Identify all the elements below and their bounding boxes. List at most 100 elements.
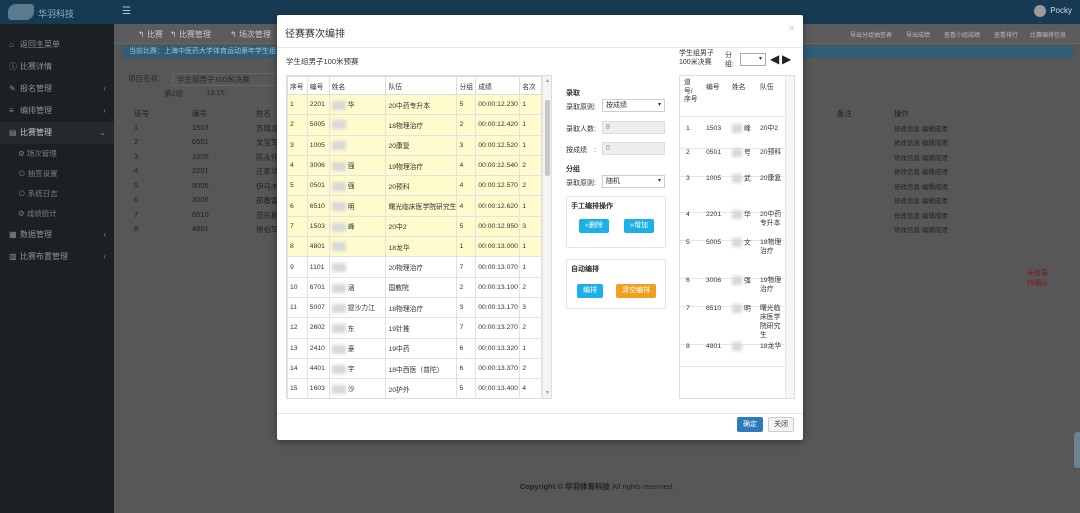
col-team: 队伍 xyxy=(385,76,458,95)
sidebar-label: 场次管理 xyxy=(26,149,57,158)
cell-num: 1603 xyxy=(306,378,330,398)
sidebar-label: 成绩统计 xyxy=(26,209,57,218)
sidebar-item-home[interactable]: ⌂ 返回主菜单 xyxy=(0,34,114,56)
label-line: 组: xyxy=(725,61,734,68)
sidebar-item-layout[interactable]: ▥ 比赛布置管理 ‹ xyxy=(0,246,114,268)
cell-rank: 3 xyxy=(519,296,542,319)
cell-team: 19针推 xyxy=(385,317,458,339)
menu-toggle-icon[interactable]: ☰ xyxy=(122,6,131,17)
cell-num: 1503 xyxy=(306,215,330,238)
breadcrumb-competition[interactable]: ↰ 比赛 xyxy=(138,29,163,40)
cell-idx: 12 xyxy=(287,317,308,339)
row-actions[interactable]: 修改信息 编辑成绩 xyxy=(894,181,948,191)
col-num: 编号 xyxy=(706,84,720,91)
table-row[interactable]: 4 3006 强 19物理治疗 4 00:00:12.540 2 xyxy=(287,154,542,177)
status-unchecked: 未检录 xyxy=(1027,270,1048,277)
breadcrumb-session[interactable]: ↰ 场次管理 xyxy=(230,29,271,40)
cell-group: 5 xyxy=(456,215,477,238)
close-button[interactable]: 关闭 xyxy=(768,417,794,432)
table-row[interactable]: 1 2201 华 20中药专升本 5 00:00:12.230 1 xyxy=(287,93,542,116)
name-text: 峰 xyxy=(744,125,751,133)
auto-title: 自动编排 xyxy=(571,266,599,273)
scroll-up-icon[interactable]: ▲ xyxy=(545,78,550,84)
sidebar-item-arrangement[interactable]: ≡ 编排管理 ‹ xyxy=(0,100,114,122)
sidebar-sub-log[interactable]: ⊙ 系统日志 xyxy=(0,184,114,204)
next-group-icon[interactable]: ▶ xyxy=(782,52,791,66)
add-button[interactable]: »增加 xyxy=(624,219,654,233)
breadcrumb-manage[interactable]: ↰ 比赛管理 xyxy=(170,29,211,40)
clear-arrangement-button[interactable]: 清空编排 xyxy=(616,284,656,298)
cell-score: 00:00:12.620 xyxy=(475,195,521,217)
divider xyxy=(277,47,803,48)
scroll-down-icon[interactable]: ▼ xyxy=(545,390,550,396)
sidebar-sub-draw[interactable]: ⊙ 抽签设置 xyxy=(0,164,114,184)
ranking-link[interactable]: 查看排行 xyxy=(994,30,1018,39)
row-actions[interactable]: 修改信息 编辑成绩 xyxy=(894,210,948,220)
admit-count-input[interactable]: 8 xyxy=(602,121,665,134)
table-row[interactable]: 10 6701 涵国教院 2 00:00:13.100 2 xyxy=(287,276,542,298)
confirm-button[interactable]: 确定 xyxy=(737,417,763,432)
target-scrollbar[interactable] xyxy=(785,76,794,398)
row-actions[interactable]: 修改信息 编辑成绩 xyxy=(894,152,948,162)
table-row[interactable]: 15 1603 沙 20护外 5 00:00:13.400 4 xyxy=(287,378,542,398)
admit-rule-select[interactable]: 按成绩 ▾ xyxy=(602,99,665,112)
table-scrollbar[interactable]: ▲ ▼ xyxy=(542,76,551,398)
scroll-thumb[interactable] xyxy=(545,100,550,176)
export-score-link[interactable]: 导出成绩 xyxy=(906,30,930,39)
side-scroll-tab[interactable] xyxy=(1074,432,1080,468)
sidebar-sub-stats[interactable]: ⚙ 成绩统计 xyxy=(0,204,114,224)
sidebar-sub-session[interactable]: ⚙ 场次管理 xyxy=(0,144,114,164)
table-row[interactable]: 11 5007 提沙力江 18物理治疗 3 00:00:13.170 3 xyxy=(287,296,542,319)
export-group-link[interactable]: 导出分组抽签表 xyxy=(850,30,892,39)
row-actions[interactable]: 修改信息 编辑成绩 xyxy=(894,123,948,133)
name-text: 强 xyxy=(744,277,751,285)
cell-name: 强 xyxy=(328,175,387,197)
arrangement-info-link[interactable]: 比赛编排信息 xyxy=(1030,30,1066,39)
row-actions[interactable]: 修改信息 编辑成绩 xyxy=(894,195,948,205)
table-row[interactable]: 14 4401 宇 18中西医（普陀） 6 00:00:13.370 2 xyxy=(287,357,542,380)
cell-idx: 8 xyxy=(287,236,308,258)
close-icon[interactable]: × xyxy=(789,23,795,35)
group-score-link[interactable]: 查看小组成绩 xyxy=(944,30,980,39)
cell-rank: 1 xyxy=(519,195,542,217)
table-row[interactable]: 7 1503 峰 20中2 5 00:00:12.950 3 xyxy=(287,215,542,238)
cell-lane: 7 xyxy=(686,305,690,312)
app-logo[interactable]: 华羽科技 xyxy=(6,3,116,21)
cell-team: 19中药 xyxy=(385,337,458,359)
cell-num: 2201 xyxy=(192,166,209,175)
cell-lane: 1 xyxy=(134,122,139,132)
group-rule-select[interactable]: 随机 ▾ xyxy=(602,175,665,188)
table-row[interactable]: 3 1005 20康复 3 00:00:12.520 1 xyxy=(287,134,542,156)
cell-score: 00:00:12.230 xyxy=(475,93,521,116)
row-actions[interactable]: 修改信息 编辑成绩 xyxy=(894,166,948,176)
row-actions[interactable]: 修改信息 编辑成绩 xyxy=(894,137,948,147)
arrange-button[interactable]: 编排 xyxy=(577,284,603,298)
chevron-left-icon: ‹ xyxy=(103,252,106,261)
sidebar-item-detail[interactable]: ⓘ 比赛详情 xyxy=(0,56,114,78)
project-select[interactable]: 学生组男子100米决赛 xyxy=(172,73,282,86)
table-row[interactable]: 8 4801 18龙华 1 00:00:13.000 1 xyxy=(287,236,542,258)
table-row[interactable]: 2 5005 18物理治疗 2 00:00:12.420 1 xyxy=(287,114,542,136)
row-actions[interactable]: 修改信息 编辑成绩 xyxy=(894,224,948,234)
sidebar-item-data[interactable]: ▦ 数据管理 ‹ xyxy=(0,224,114,246)
table-row[interactable]: 5 0501 强 20预科 4 00:00:12.570 2 xyxy=(287,175,542,197)
prev-group-icon[interactable]: ◀ xyxy=(770,52,779,66)
table-row[interactable]: 6 6510 明 曙光临床医学院研究生 4 00:00:12.620 1 xyxy=(287,195,542,217)
col-team: 队伍 xyxy=(760,84,774,91)
col-remark: 备注 xyxy=(837,109,852,118)
sidebar-item-registration[interactable]: ✎ 报名管理 ‹ xyxy=(0,78,114,100)
table-row[interactable]: 13 2410 豪 19中药 6 00:00:13.320 1 xyxy=(287,337,542,359)
breadcrumb-label: 场次管理 xyxy=(238,30,271,39)
sidebar-item-competition[interactable]: ▤ 比赛管理 ⌄ xyxy=(0,122,114,144)
cell-lane: 5 xyxy=(686,239,690,246)
table-row[interactable]: 9 1101 20物理治疗 7 00:00:13.070 1 xyxy=(287,256,542,278)
user-menu[interactable]: Pocky xyxy=(1034,5,1072,17)
cell-score: 00:00:13.370 xyxy=(475,357,521,380)
by-score-input[interactable]: 0 xyxy=(602,142,665,155)
cell-lane: 4 xyxy=(686,211,690,218)
remove-button[interactable]: «删除 xyxy=(579,219,609,233)
group-select[interactable]: ▾ xyxy=(740,53,766,66)
cell-name: 邢春雷 xyxy=(256,196,279,205)
cell-group: 4 xyxy=(456,175,477,197)
table-row[interactable]: 12 2602 东 19针推 7 00:00:13.270 2 xyxy=(287,317,542,339)
